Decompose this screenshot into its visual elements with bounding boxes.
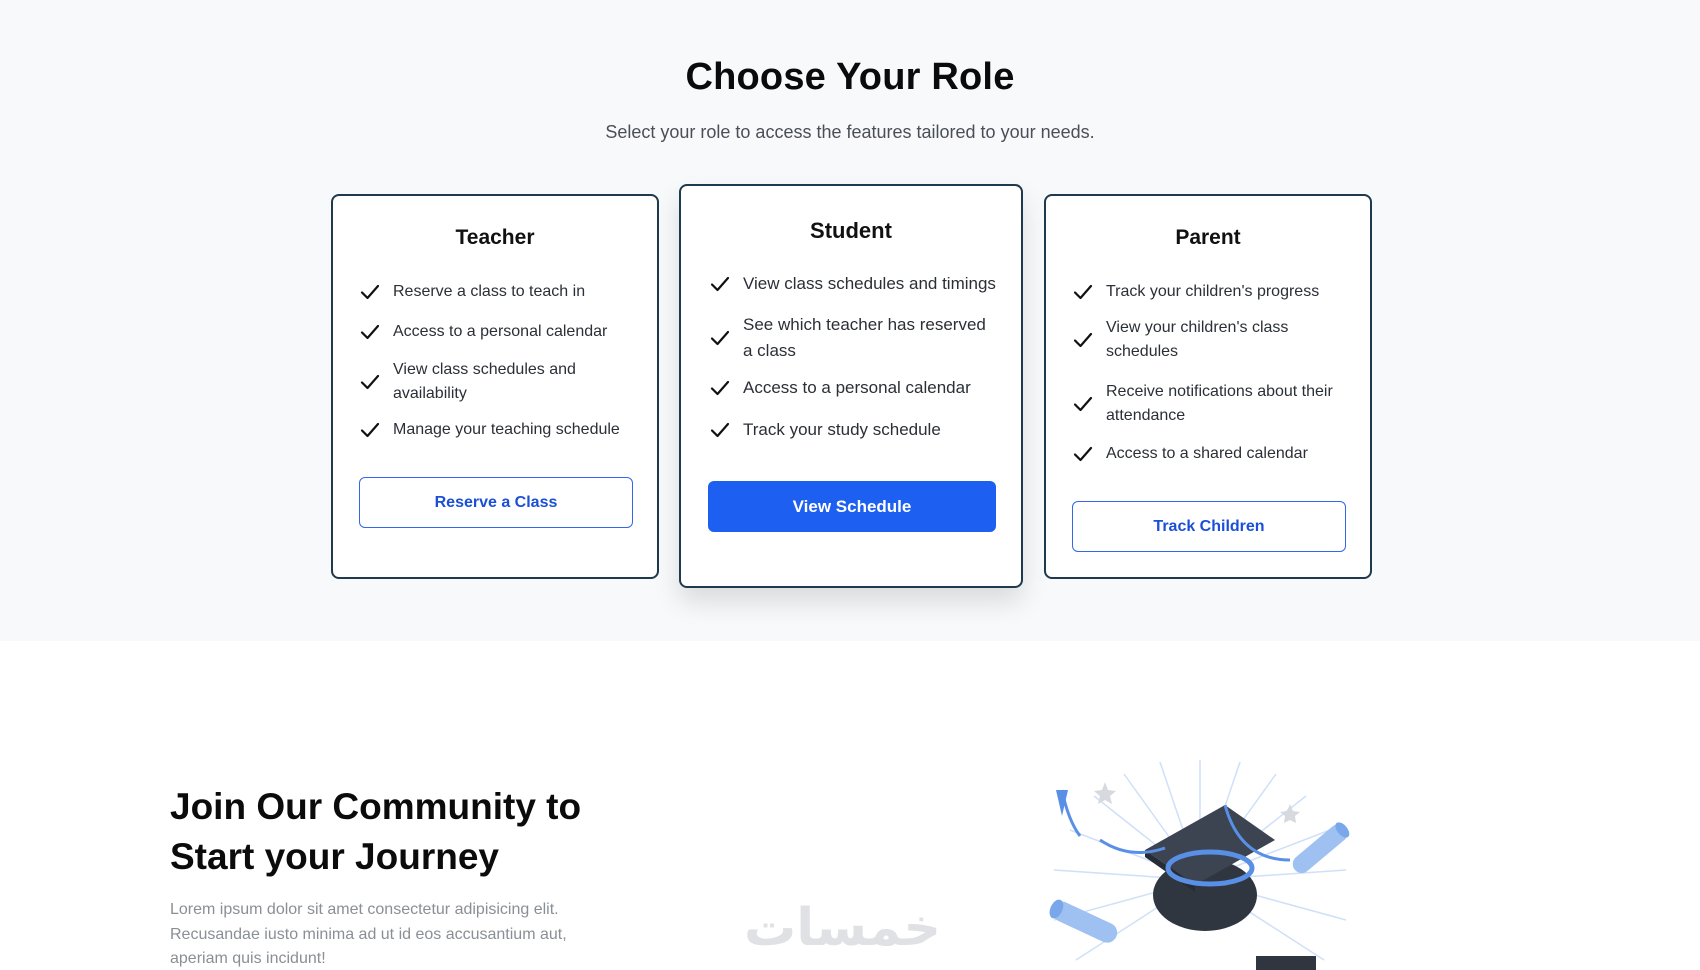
check-icon <box>709 273 731 295</box>
join-title-line2: Start your Journey <box>170 836 499 877</box>
track-children-button[interactable]: Track Children <box>1072 501 1346 552</box>
feature-text: Access to a personal calendar <box>393 323 608 340</box>
feature-text: Manage your teaching schedule <box>393 421 620 438</box>
card-title: Student <box>810 218 892 243</box>
feature-item: Access to a shared calendar <box>1072 442 1352 466</box>
role-card-teacher: Teacher Reserve a class to teach in Acce… <box>331 194 659 579</box>
check-icon <box>709 377 731 399</box>
check-icon <box>1072 393 1094 415</box>
card-title: Teacher <box>455 226 535 249</box>
feature-text: See which teacher has reserved a class <box>743 315 986 360</box>
graduation-cap-illustration <box>1040 760 1360 970</box>
check-icon <box>1072 329 1094 351</box>
check-icon <box>359 419 381 441</box>
check-icon <box>709 419 731 441</box>
join-title: Join Our Community to Start your Journey <box>170 782 581 882</box>
feature-item: See which teacher has reserved a class <box>709 312 1003 364</box>
feature-item: Manage your teaching schedule <box>359 418 639 442</box>
join-title-line1: Join Our Community to <box>170 786 582 827</box>
feature-item: Access to a personal calendar <box>359 320 639 344</box>
feature-text: View your children's class schedules <box>1106 319 1289 360</box>
feature-text: View class schedules and availability <box>393 361 576 402</box>
feature-item: Track your study schedule <box>709 418 1003 442</box>
feature-text: Receive notifications about their attend… <box>1106 383 1333 424</box>
feature-item: Access to a personal calendar <box>709 376 1003 400</box>
feature-item: View your children's class schedules <box>1072 316 1352 364</box>
check-icon <box>359 321 381 343</box>
feature-item: Receive notifications about their attend… <box>1072 380 1352 428</box>
watermark-logo: خمسات <box>744 898 942 958</box>
role-card-parent: Parent Track your children's progress Vi… <box>1044 194 1372 579</box>
feature-text: Reserve a class to teach in <box>393 283 586 300</box>
feature-text: Access to a shared calendar <box>1106 445 1308 462</box>
feature-text: Track your study schedule <box>743 420 941 439</box>
check-icon <box>1072 443 1094 465</box>
card-title: Parent <box>1175 226 1241 249</box>
check-icon <box>709 327 731 349</box>
join-description: Lorem ipsum dolor sit amet consectetur a… <box>170 901 567 967</box>
check-icon <box>359 281 381 303</box>
view-schedule-button[interactable]: View Schedule <box>708 481 996 532</box>
choose-role-section: Choose Your Role Select your role to acc… <box>0 0 1700 641</box>
section-subtitle: Select your role to access the features … <box>605 122 1095 142</box>
check-icon <box>1072 281 1094 303</box>
section-title: Choose Your Role <box>685 56 1015 98</box>
feature-text: Access to a personal calendar <box>743 378 971 397</box>
check-icon <box>359 371 381 393</box>
feature-item: Track your children's progress <box>1072 280 1352 304</box>
role-card-student: Student View class schedules and timings… <box>679 184 1023 588</box>
feature-text: View class schedules and timings <box>743 274 996 293</box>
feature-item: View class schedules and timings <box>709 272 1003 296</box>
feature-text: Track your children's progress <box>1106 283 1320 300</box>
reserve-class-button[interactable]: Reserve a Class <box>359 477 633 528</box>
feature-item: Reserve a class to teach in <box>359 280 639 304</box>
feature-item: View class schedules and availability <box>359 358 639 406</box>
